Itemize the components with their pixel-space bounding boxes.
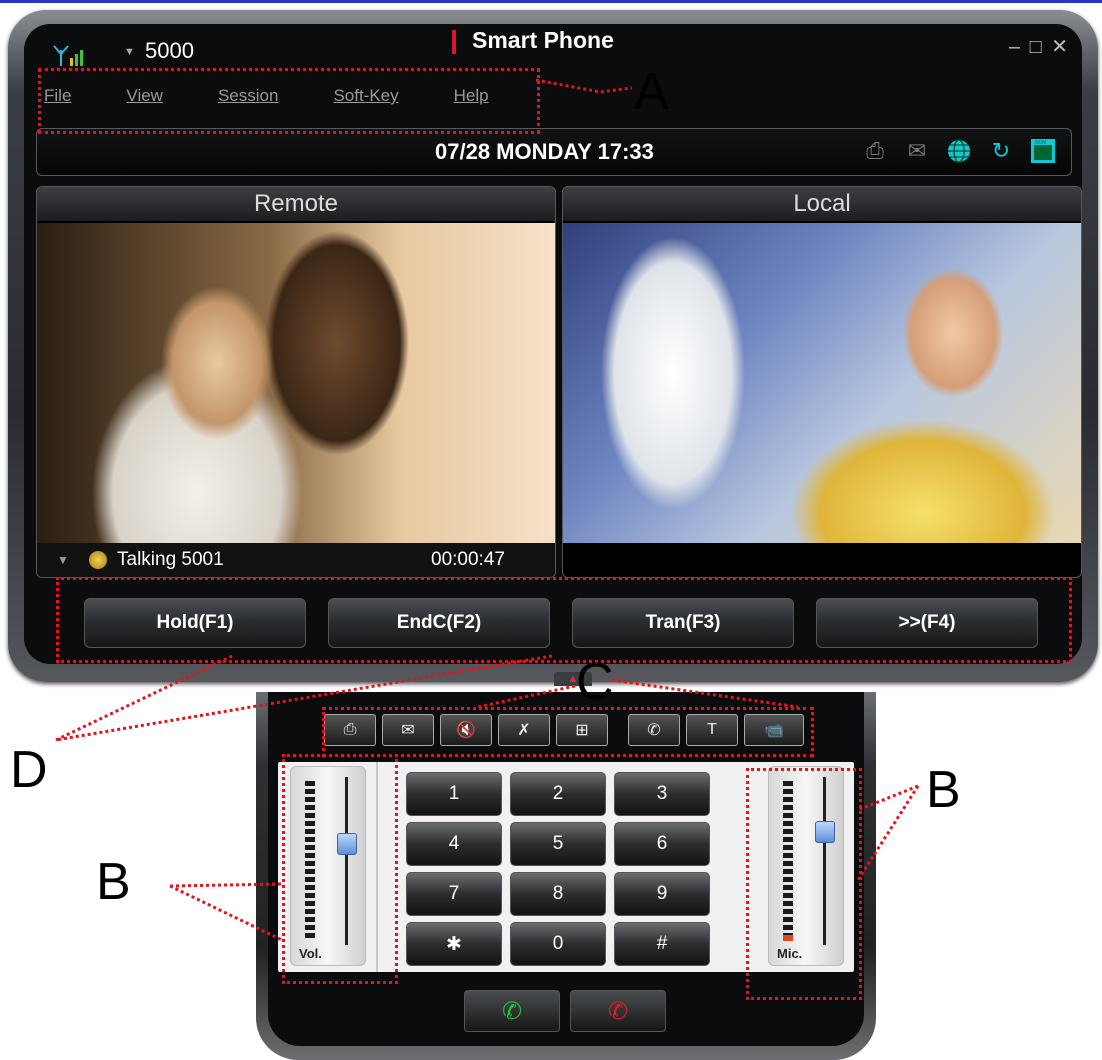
top-border xyxy=(0,0,1102,3)
num-lock-icon[interactable]: NUM xyxy=(1029,137,1057,165)
key-hash[interactable]: # xyxy=(614,922,710,966)
window-controls: – □ ✕ xyxy=(1009,34,1070,59)
key-0[interactable]: 0 xyxy=(510,922,606,966)
call-state: Talking 5001 xyxy=(117,549,224,570)
key-9[interactable]: 9 xyxy=(614,872,710,916)
call-buttons: ✆ ✆ xyxy=(464,990,666,1032)
annotation-label-c: C xyxy=(576,653,614,711)
annotation-box-c xyxy=(322,707,814,757)
status-icons: ⎙ ✉ ↻ NUM xyxy=(861,137,1057,165)
local-label: Local xyxy=(563,187,1081,221)
key-7[interactable]: 7 xyxy=(406,872,502,916)
annotation-box-d xyxy=(56,577,1072,663)
key-star[interactable]: ✱ xyxy=(406,922,502,966)
svg-text:NUM: NUM xyxy=(1035,140,1046,146)
contacts-icon[interactable]: ⎙ xyxy=(861,137,889,165)
annotation-box-b-left xyxy=(282,754,398,984)
remote-label: Remote xyxy=(37,187,555,221)
app-title: Smart Phone xyxy=(472,27,614,53)
key-5[interactable]: 5 xyxy=(510,822,606,866)
refresh-icon[interactable]: ↻ xyxy=(987,137,1015,165)
title-accent xyxy=(452,30,456,54)
answer-call-button[interactable]: ✆ xyxy=(464,990,560,1032)
call-timer: 00:00:47 xyxy=(431,549,505,570)
close-button[interactable]: ✕ xyxy=(1051,36,1070,58)
mail-icon[interactable]: ✉ xyxy=(903,137,931,165)
dial-keys: 1 2 3 4 5 6 7 8 9 ✱ 0 # xyxy=(406,772,710,966)
annotation-label-d: D xyxy=(10,741,48,799)
local-video-image xyxy=(563,223,1081,543)
title-bar: ▼ 5000 Smart Phone – □ ✕ xyxy=(24,24,1082,68)
reject-call-button[interactable]: ✆ xyxy=(570,990,666,1032)
key-8[interactable]: 8 xyxy=(510,872,606,916)
annotation-box-b-right xyxy=(746,768,862,1000)
extension-number[interactable]: 5000 xyxy=(145,38,194,64)
talking-status-icon xyxy=(89,551,107,569)
extension-dropdown-icon[interactable]: ▼ xyxy=(124,46,135,58)
remote-video-panel: Remote ▼ Talking 5001 00:00:47 xyxy=(36,186,556,578)
maximize-button[interactable]: □ xyxy=(1030,36,1044,58)
key-3[interactable]: 3 xyxy=(614,772,710,816)
globe-icon[interactable] xyxy=(945,137,973,165)
status-bar: 07/28 MONDAY 17:33 ⎙ ✉ ↻ NUM xyxy=(36,128,1072,176)
minimize-button[interactable]: – xyxy=(1009,36,1022,58)
local-video-panel: Local xyxy=(562,186,1082,578)
annotation-label-b-right: B xyxy=(926,761,961,819)
call-dropdown-icon[interactable]: ▼ xyxy=(57,543,69,577)
key-1[interactable]: 1 xyxy=(406,772,502,816)
key-6[interactable]: 6 xyxy=(614,822,710,866)
key-4[interactable]: 4 xyxy=(406,822,502,866)
date-time-display: 07/28 MONDAY 17:33 xyxy=(435,139,654,164)
annotation-box-a xyxy=(38,68,540,134)
key-2[interactable]: 2 xyxy=(510,772,606,816)
remote-video-image xyxy=(37,223,555,543)
annotation-label-a: A xyxy=(634,63,669,121)
signal-strength-icon xyxy=(53,45,83,66)
annotation-label-b-left: B xyxy=(96,853,131,911)
call-status-bar: ▼ Talking 5001 00:00:47 xyxy=(37,543,555,577)
